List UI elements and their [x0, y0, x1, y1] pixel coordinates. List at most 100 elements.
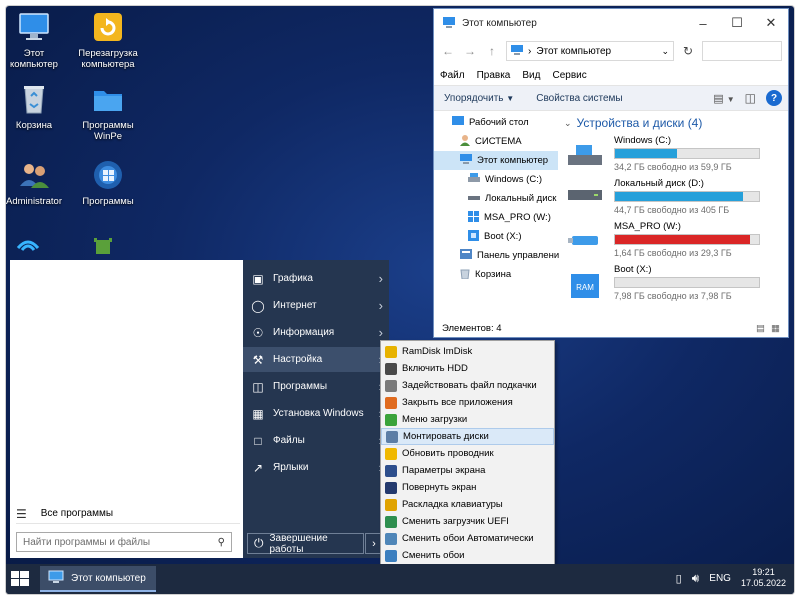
- user-icon: [460, 134, 470, 149]
- submenu-item[interactable]: Включить HDD: [381, 360, 554, 377]
- start-button[interactable]: [10, 570, 30, 588]
- drive-item[interactable]: RAM Boot (X:) 7,98 ГБ свободно из 7,98 ГБ: [564, 262, 788, 305]
- start-category-item[interactable]: ⚒Настройка›: [243, 347, 389, 372]
- submenu-item[interactable]: Параметры экрана: [381, 462, 554, 479]
- address-row: ← → ↑ › Этот компьютер ⌄ ↻: [434, 37, 788, 65]
- control-panel-icon: [460, 249, 472, 262]
- start-category-item[interactable]: ☉ Информация ›: [243, 320, 389, 345]
- submenu-item[interactable]: Монтировать диски: [381, 428, 554, 445]
- start-category-item[interactable]: ↗Ярлыки›: [243, 455, 389, 480]
- menu-view[interactable]: Вид: [522, 70, 540, 81]
- usb-icon[interactable]: ▯: [676, 572, 682, 585]
- help-icon[interactable]: ?: [766, 90, 782, 106]
- maximize-button[interactable]: ☐: [720, 9, 754, 37]
- view-toggle-group: ▤ ▦: [756, 323, 780, 334]
- drive-usage-fill: [615, 235, 751, 244]
- drive-item[interactable]: Локальный диск (D:) 44,7 ГБ свободно из 4…: [564, 176, 788, 219]
- desktop-icon-programs[interactable]: Программы: [72, 158, 144, 207]
- submenu-item[interactable]: Меню загрузки: [381, 411, 554, 428]
- start-search-input[interactable]: Найти программы и файлы ⚲: [16, 532, 232, 552]
- menu-file[interactable]: Файл: [440, 70, 465, 81]
- drive-usage-bar: [614, 277, 760, 288]
- volume-icon[interactable]: 🔊︎: [692, 571, 700, 586]
- menu-tools[interactable]: Сервис: [552, 70, 586, 81]
- nav-item-drive-x[interactable]: Boot (X:): [434, 227, 558, 246]
- nav-item-drive-w[interactable]: MSA_PRO (W:): [434, 208, 558, 227]
- submenu-item[interactable]: Обновить проводник: [381, 445, 554, 462]
- wifi-icon: [16, 236, 40, 252]
- taskbar: Этот компьютер ▯ 🔊︎ ENG 19:21 17.05.2022: [6, 564, 794, 594]
- submenu-item[interactable]: Сменить загрузчик UEFI: [381, 513, 554, 530]
- refresh-icon[interactable]: ↻: [680, 44, 696, 58]
- power-icon: ⏻: [254, 536, 264, 550]
- image-icon: ▣: [252, 271, 264, 286]
- submenu-item[interactable]: RamDisk ImDisk: [381, 343, 554, 360]
- organize-button[interactable]: Упорядочить ▼: [444, 93, 514, 104]
- computer-icon: [511, 44, 523, 58]
- clock[interactable]: 19:21 17.05.2022: [741, 567, 786, 589]
- explorer-titlebar[interactable]: Этот компьютер – ☐ ✕: [434, 9, 788, 37]
- nav-item-this-pc[interactable]: Этот компьютер: [434, 151, 558, 170]
- up-arrow-icon[interactable]: ↑: [484, 44, 500, 58]
- address-bar[interactable]: › Этот компьютер ⌄: [506, 41, 674, 61]
- desktop-icon-administrator[interactable]: Administrator: [6, 158, 70, 207]
- drive-item[interactable]: MSA_PRO (W:) 1,64 ГБ свободно из 29,3 ГБ: [564, 219, 788, 262]
- nav-item-local-disk[interactable]: Локальный диск: [434, 189, 558, 208]
- details-view-icon[interactable]: ▤: [756, 323, 765, 334]
- back-arrow-icon[interactable]: ←: [440, 44, 456, 58]
- computer-icon: [17, 10, 51, 44]
- tiles-view-icon[interactable]: ▦: [771, 323, 780, 334]
- search-input[interactable]: [702, 41, 782, 61]
- status-text: Элементов: 4: [442, 322, 502, 334]
- shortcut-icon: ↗: [252, 460, 264, 475]
- search-icon: ⚲: [217, 536, 225, 548]
- shutdown-button[interactable]: ⏻ Завершение работы: [247, 533, 364, 555]
- start-category-item[interactable]: ◫Программы›: [243, 374, 389, 399]
- submenu-item-icon: [385, 447, 397, 460]
- drive-name: MSA_PRO (W:): [614, 221, 681, 232]
- start-menu-right-panel: ▣ Графика › ◯ Интернет › ☉ Информация › ⚒ Настройк…: [243, 260, 389, 558]
- view-controls: ▤ ▼ ◫ ?: [713, 90, 782, 106]
- start-category-item[interactable]: ▦Установка Windows›: [243, 401, 389, 426]
- ram-drive-icon: [468, 229, 479, 244]
- nav-item-desktop[interactable]: Рабочий стол: [434, 113, 558, 132]
- nav-item-user[interactable]: СИСТЕМА: [434, 132, 558, 151]
- nav-item-recycle-bin[interactable]: Корзина: [434, 265, 558, 284]
- view-options-icon[interactable]: ▤ ▼: [713, 92, 734, 105]
- devices-group-header[interactable]: ⌄ Устройства и диски (4): [564, 113, 788, 133]
- taskbar-item-this-pc[interactable]: Этот компьютер: [40, 566, 156, 592]
- desktop-icon-this-pc[interactable]: Этот компьютер: [6, 10, 70, 70]
- preview-pane-icon[interactable]: ◫: [745, 91, 756, 105]
- start-category-item[interactable]: ◯ Интернет ›: [243, 293, 389, 318]
- system-properties-button[interactable]: Свойства системы: [536, 93, 622, 104]
- submenu-item[interactable]: Сменить обои Автоматически: [381, 530, 554, 547]
- nav-item-control-panel[interactable]: Панель управлени: [434, 246, 559, 265]
- submenu-item[interactable]: Сменить обои: [381, 547, 554, 564]
- desktop-icon-recycle-bin[interactable]: Корзина: [6, 82, 70, 131]
- all-programs-button[interactable]: ☰ Все программы: [16, 504, 240, 524]
- drive-item[interactable]: Windows (C:) 34,2 ГБ свободно из 59,9 ГБ: [564, 133, 788, 176]
- submenu-item[interactable]: Закрыть все приложения: [381, 394, 554, 411]
- chevron-down-icon[interactable]: ⌄: [661, 46, 669, 57]
- submenu-item[interactable]: Раскладка клавиатуры: [381, 496, 554, 513]
- window-title: Этот компьютер: [462, 17, 537, 29]
- drive-usage-bar: [614, 148, 760, 159]
- desktop-icon-programs-winpe[interactable]: Программы WinPe: [72, 82, 144, 142]
- recycle-bin-icon: [460, 268, 470, 282]
- chevron-down-icon: ▼: [506, 93, 515, 103]
- hdd-icon: [468, 193, 480, 204]
- menu-edit[interactable]: Правка: [477, 70, 511, 81]
- start-category-item[interactable]: □Файлы›: [243, 428, 389, 453]
- nav-item-drive-c[interactable]: Windows (C:): [434, 170, 558, 189]
- desktop: Этот компьютер Перезагрузка компьютера К…: [6, 6, 794, 594]
- language-indicator[interactable]: ENG: [709, 573, 731, 584]
- submenu-item[interactable]: Повернуть экран: [381, 479, 554, 496]
- minimize-button[interactable]: –: [686, 9, 720, 37]
- submenu-item[interactable]: Задействовать файл подкачки: [381, 377, 554, 394]
- forward-arrow-icon[interactable]: →: [462, 44, 478, 58]
- start-category-item[interactable]: ▣ Графика ›: [243, 266, 389, 291]
- submenu-item-icon: [386, 430, 398, 443]
- desktop-icon-restart[interactable]: Перезагрузка компьютера: [72, 10, 144, 70]
- close-button[interactable]: ✕: [754, 9, 788, 37]
- breadcrumb-chevron-icon: ›: [528, 45, 532, 57]
